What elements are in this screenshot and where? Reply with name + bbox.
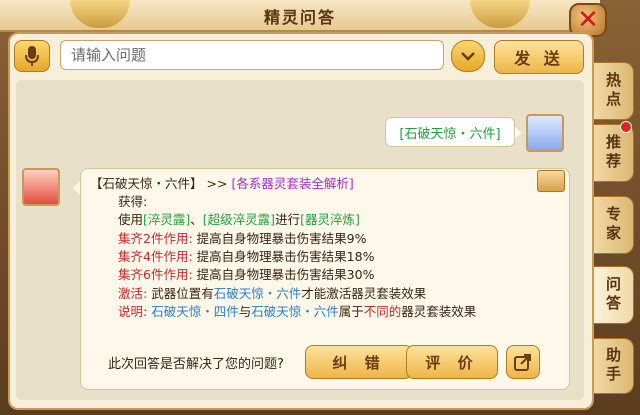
tab-recommend[interactable]: 推荐 [594, 124, 634, 182]
set6-line: 集齐6件作用: 提高自身物理暴击伤害结果30% [118, 266, 374, 284]
note-diff: 不同的 [363, 304, 402, 319]
answer-item-title: 【石破天惊・六件】 [90, 176, 203, 191]
activate-item-link[interactable]: 石破天惊・六件 [214, 286, 302, 301]
tab-hot[interactable]: 热点 [594, 62, 634, 120]
use-prefix: 使用 [118, 212, 144, 227]
close-icon: ✕ [577, 5, 599, 35]
share-icon [514, 354, 531, 371]
correct-button[interactable]: 纠 错 [305, 345, 413, 379]
microphone-icon [25, 46, 39, 66]
notification-dot [620, 121, 632, 133]
set4-text: 提高自身物理暴击伤害结果18% [196, 249, 375, 264]
tab-qa[interactable]: 问答 [594, 266, 634, 324]
use-sep: 、 [190, 212, 203, 227]
activate-label: 激活: [118, 286, 148, 301]
window-title: 精灵问答 [263, 8, 336, 27]
activate-line: 激活: 武器位置有石破天惊・六件才能激活器灵套装效果 [118, 285, 426, 303]
set2-line: 集齐2件作用: 提高自身物理暴击伤害结果9% [118, 230, 367, 248]
link-qiling-cuilian[interactable]: [器灵淬炼] [300, 212, 360, 227]
activate-post: 才能激活器灵套装效果 [301, 286, 427, 301]
share-button[interactable] [506, 345, 540, 379]
answer-header: 【石破天惊・六件】 >> [各系器灵套装全解析] [90, 175, 354, 193]
note-item2-link[interactable]: 石破天惊・六件 [251, 304, 339, 319]
microphone-button[interactable] [14, 40, 50, 72]
set6-label: 集齐6件作用: [118, 267, 193, 282]
tab-assistant[interactable]: 助手 [594, 338, 634, 394]
user-message-bubble[interactable]: [石破天惊・六件] [385, 117, 521, 147]
note-post: 器灵套装效果 [401, 304, 477, 319]
note-label: 说明: [118, 304, 148, 319]
set4-label: 集齐4件作用: [118, 249, 193, 264]
set4-line: 集齐4件作用: 提高自身物理暴击伤害结果18% [118, 248, 374, 266]
answer-guide-link[interactable]: [各系器灵套装全解析] [231, 176, 353, 191]
note-mid: 与 [238, 304, 252, 319]
note-pre-diff: 属于 [338, 304, 364, 319]
activate-pre: 武器位置有 [151, 286, 214, 301]
question-input[interactable] [60, 40, 444, 70]
set6-text: 提高自身物理暴击伤害结果30% [196, 267, 375, 282]
answer-arrows: >> [206, 176, 228, 191]
link-super-cuilinglu[interactable]: [超级淬灵露] [203, 212, 275, 227]
book-icon[interactable] [537, 170, 565, 192]
set2-label: 集齐2件作用: [118, 231, 193, 246]
history-dropdown-button[interactable] [451, 40, 485, 72]
rate-button[interactable]: 评 价 [406, 345, 498, 379]
set2-text: 提高自身物理暴击伤害结果9% [196, 231, 367, 246]
note-line: 说明: 石破天惊・四件与石破天惊・六件属于不同的器灵套装效果 [118, 303, 476, 321]
obtain-label: 获得: [118, 194, 148, 209]
title-bar: 精灵问答 [0, 0, 600, 32]
use-mid: 进行 [275, 212, 301, 227]
user-avatar [526, 114, 564, 152]
use-line: 使用[淬灵露]、[超级淬灵露]进行[器灵淬炼] [118, 211, 360, 229]
chevron-down-icon [461, 52, 475, 61]
link-cuilinglu[interactable]: [淬灵露] [143, 212, 190, 227]
tab-expert[interactable]: 专家 [594, 196, 634, 254]
feedback-question: 此次回答是否解决了您的问题? [108, 357, 284, 372]
assistant-avatar [22, 168, 60, 206]
note-item1-link[interactable]: 石破天惊・四件 [151, 304, 239, 319]
send-button[interactable]: 发 送 [494, 40, 584, 74]
